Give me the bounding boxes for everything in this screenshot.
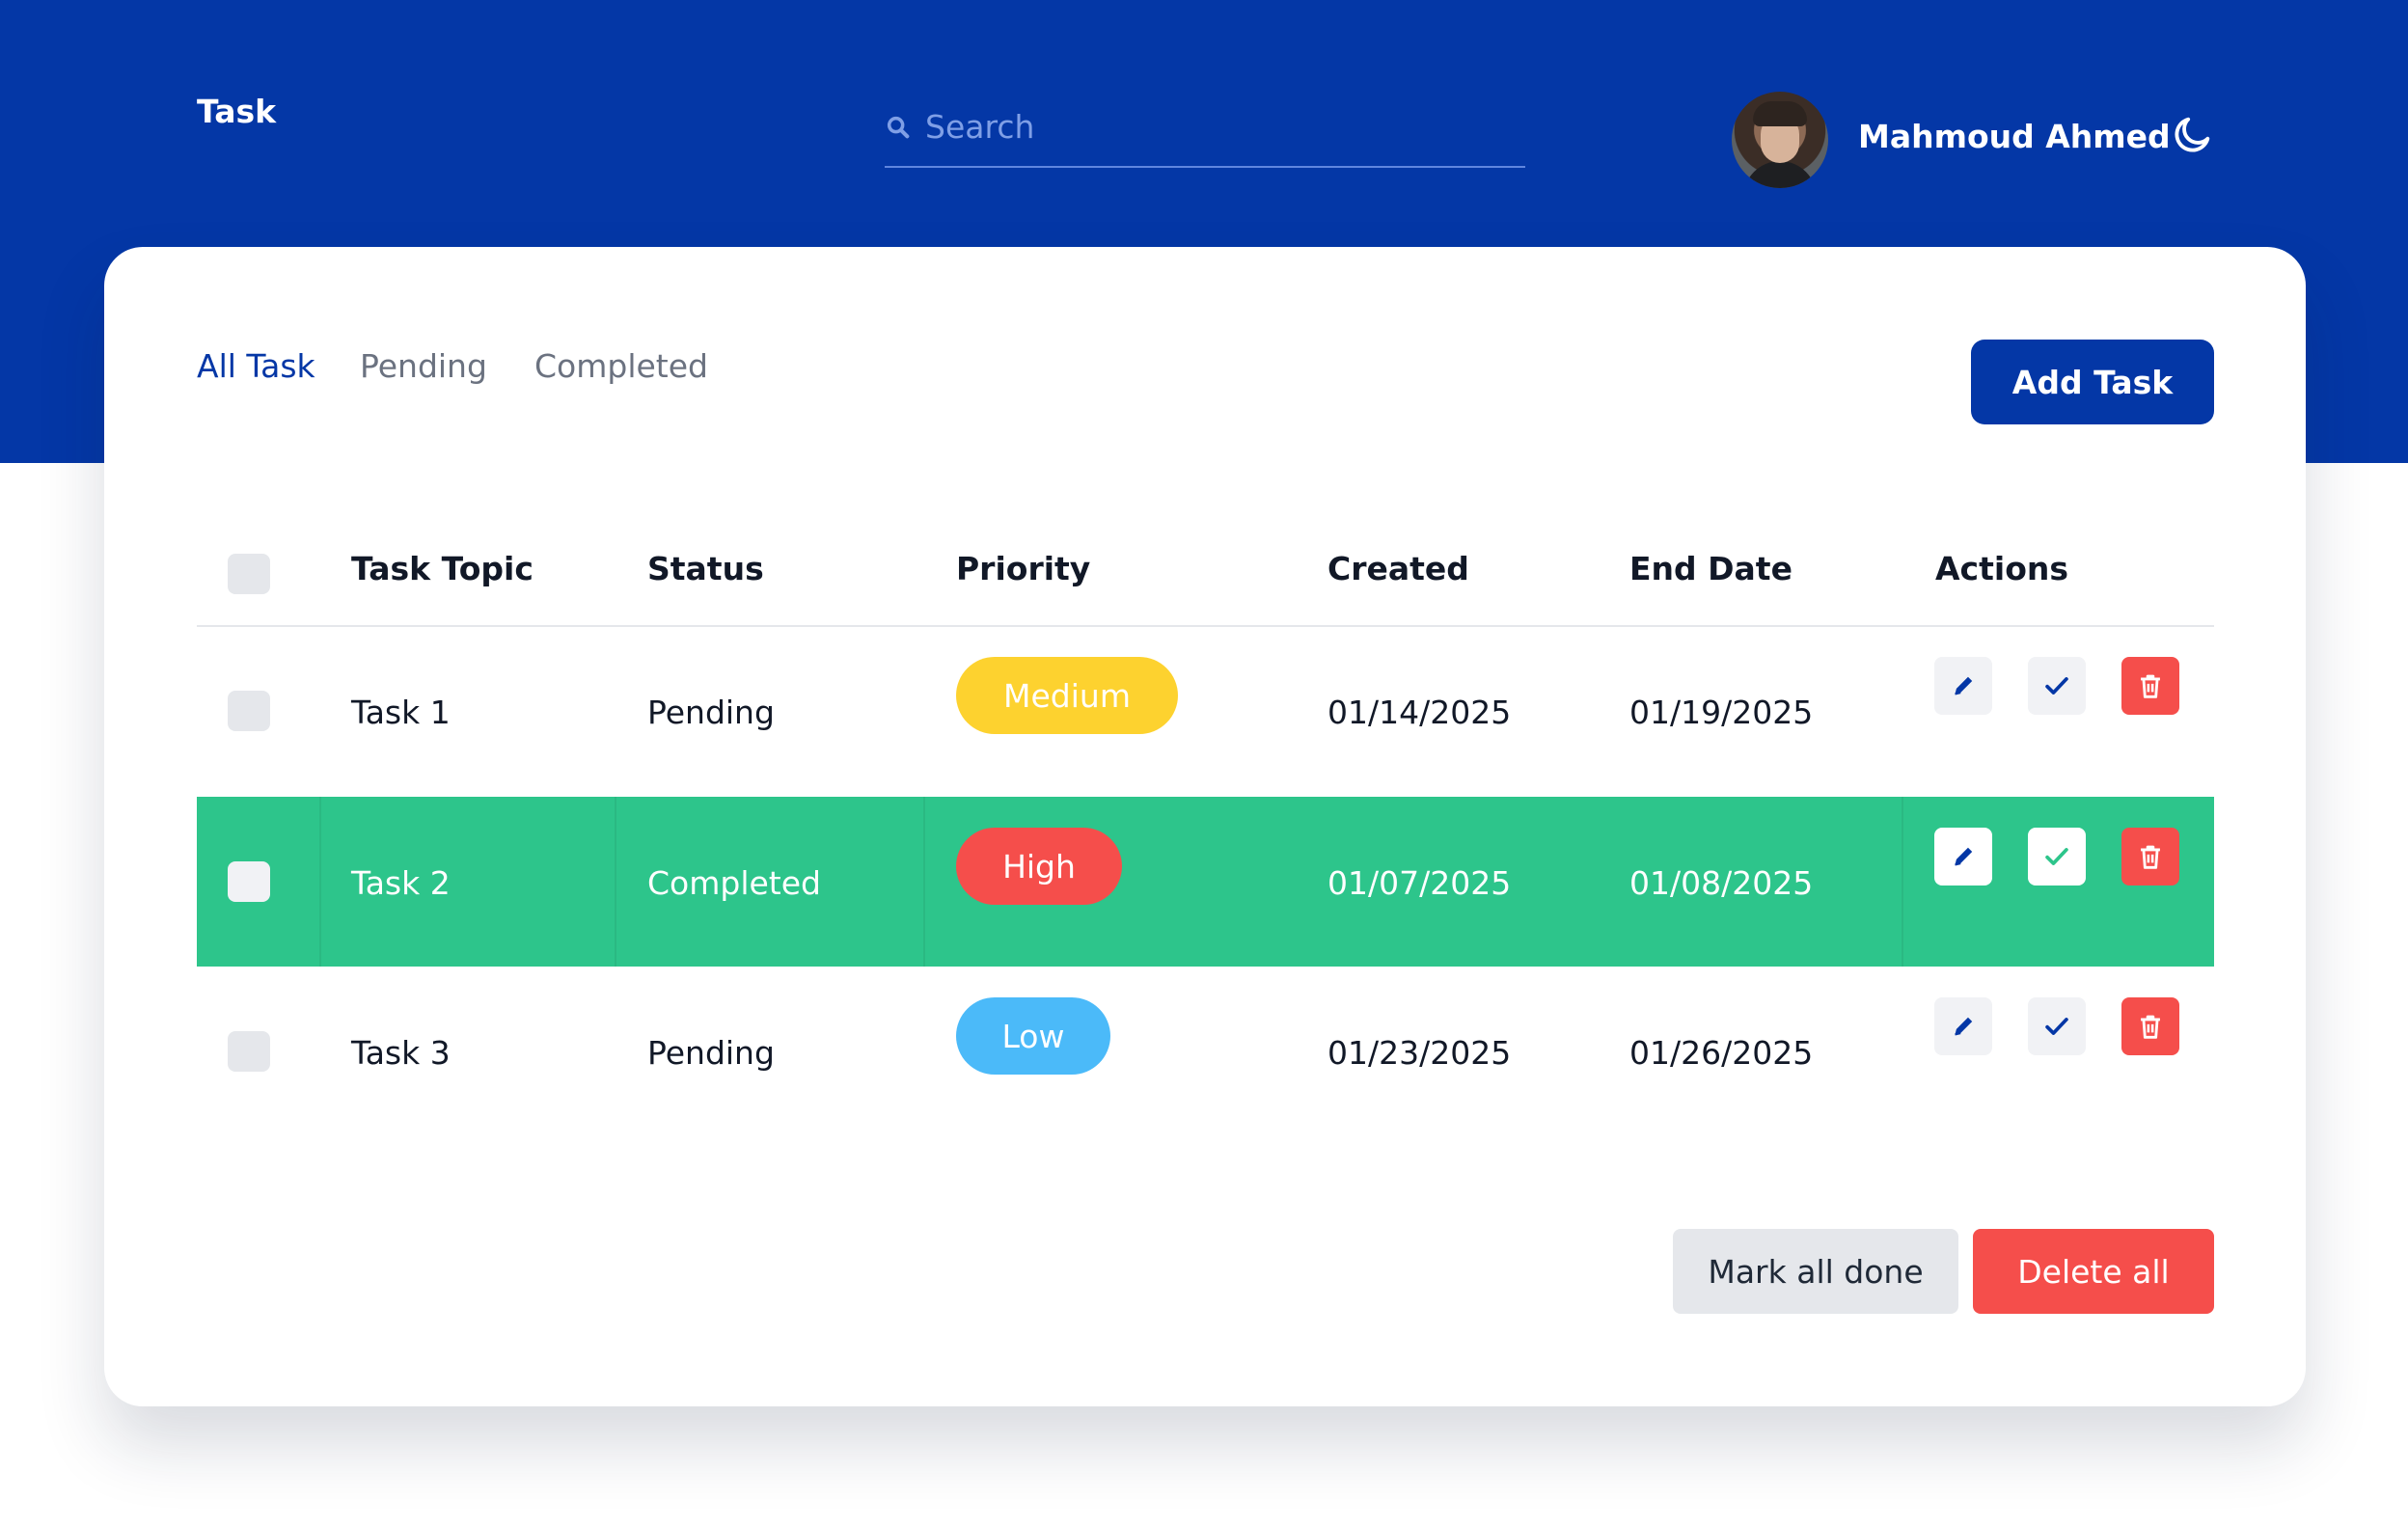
task-created: 01/14/2025 xyxy=(1327,694,1512,731)
task-end-date: 01/08/2025 xyxy=(1629,864,1814,902)
column-header-actions: Actions xyxy=(1935,550,2068,587)
column-header-end-date: End Date xyxy=(1629,550,1792,587)
search-bar xyxy=(885,100,1525,168)
complete-button[interactable] xyxy=(2028,828,2086,886)
delete-button[interactable] xyxy=(2121,997,2179,1055)
edit-button[interactable] xyxy=(1934,828,1992,886)
select-all-checkbox[interactable] xyxy=(228,554,270,594)
column-divider xyxy=(1902,797,1903,967)
column-header-task-topic: Task Topic xyxy=(351,550,534,587)
column-divider xyxy=(319,797,321,967)
edit-button[interactable] xyxy=(1934,997,1992,1055)
user-name[interactable]: Mahmoud Ahmed xyxy=(1858,118,2171,155)
column-header-created: Created xyxy=(1327,550,1469,587)
table-row: Task 1 Pending Medium 01/14/2025 01/19/2… xyxy=(197,626,2214,796)
task-end-date: 01/26/2025 xyxy=(1629,1034,1814,1072)
search-icon xyxy=(887,116,910,139)
column-header-status: Status xyxy=(647,550,764,587)
delete-all-button[interactable]: Delete all xyxy=(1973,1229,2214,1314)
column-divider xyxy=(923,797,925,967)
trash-icon xyxy=(2141,674,2160,698)
delete-button[interactable] xyxy=(2121,657,2179,715)
tab-completed[interactable]: Completed xyxy=(534,347,708,385)
priority-badge: Low xyxy=(956,997,1110,1075)
column-divider xyxy=(615,797,616,967)
priority-badge: Medium xyxy=(956,657,1178,734)
task-card: All Task Pending Completed Add Task Task… xyxy=(104,247,2306,1406)
table-row: Task 2 Completed High 01/07/2025 01/08/2… xyxy=(197,797,2214,967)
task-end-date: 01/19/2025 xyxy=(1629,694,1814,731)
column-header-priority: Priority xyxy=(956,550,1091,587)
trash-icon xyxy=(2141,845,2160,869)
check-icon xyxy=(2045,848,2068,865)
task-topic: Task 3 xyxy=(351,1034,451,1072)
row-checkbox[interactable] xyxy=(228,861,270,902)
pencil-icon xyxy=(1955,676,1973,695)
check-icon xyxy=(2045,677,2068,695)
check-icon xyxy=(2045,1018,2068,1035)
row-checkbox[interactable] xyxy=(228,1031,270,1072)
moon-icon[interactable] xyxy=(2171,112,2215,156)
delete-button[interactable] xyxy=(2121,828,2179,886)
task-status: Completed xyxy=(647,864,821,902)
table-row: Task 3 Pending Low 01/23/2025 01/26/2025 xyxy=(197,967,2214,1136)
tab-all-task[interactable]: All Task xyxy=(197,347,315,385)
app-title: Task xyxy=(197,93,277,130)
trash-icon xyxy=(2141,1015,2160,1039)
add-task-button[interactable]: Add Task xyxy=(1971,340,2214,424)
tab-pending[interactable]: Pending xyxy=(360,347,487,385)
task-topic: Task 1 xyxy=(351,694,451,731)
task-status: Pending xyxy=(647,1034,775,1072)
row-checkbox[interactable] xyxy=(228,691,270,731)
edit-button[interactable] xyxy=(1934,657,1992,715)
mark-all-done-button[interactable]: Mark all done xyxy=(1673,1229,1958,1314)
pencil-icon xyxy=(1955,1017,1973,1036)
search-input[interactable] xyxy=(923,100,1516,152)
task-topic: Task 2 xyxy=(351,864,451,902)
task-created: 01/07/2025 xyxy=(1327,864,1512,902)
complete-button[interactable] xyxy=(2028,657,2086,715)
complete-button[interactable] xyxy=(2028,997,2086,1055)
priority-badge: High xyxy=(956,828,1122,905)
pencil-icon xyxy=(1955,847,1973,866)
avatar[interactable] xyxy=(1732,92,1828,188)
task-status: Pending xyxy=(647,694,775,731)
task-created: 01/23/2025 xyxy=(1327,1034,1512,1072)
